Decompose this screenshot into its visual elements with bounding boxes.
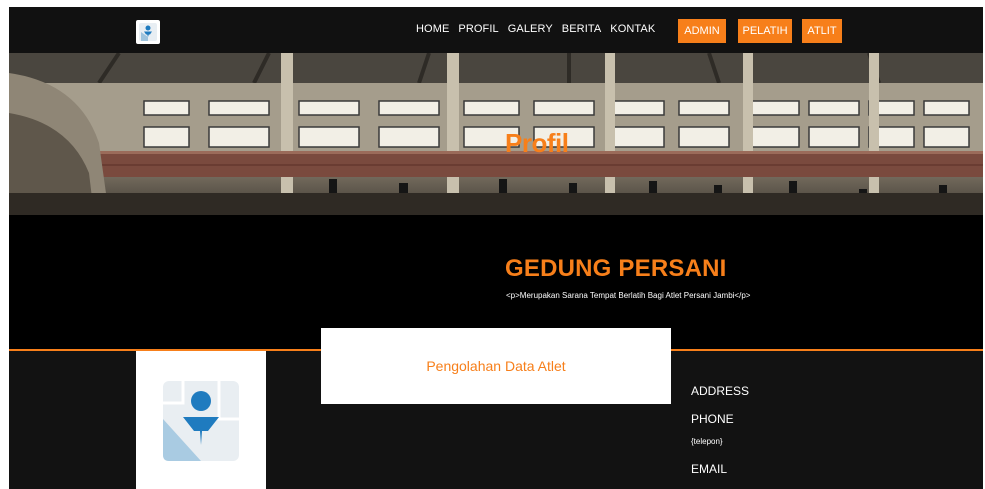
nav-profil[interactable]: PROFIL [458, 23, 498, 35]
avatar-card [136, 351, 266, 489]
building-title: GEDUNG PERSANI [505, 255, 727, 282]
pelatih-button[interactable]: PELATIH [738, 19, 792, 43]
map-person-icon [163, 381, 239, 461]
nav-kontak[interactable]: KONTAK [610, 23, 655, 35]
hero-banner: Profil [9, 53, 983, 215]
atlit-button[interactable]: ATLIT [802, 19, 842, 43]
page-frame: HOME PROFIL GALERY BERITA KONTAK ADMIN P… [9, 7, 983, 489]
main-nav: HOME PROFIL GALERY BERITA KONTAK [416, 23, 655, 35]
nav-berita[interactable]: BERITA [562, 23, 602, 35]
email-label: EMAIL [691, 462, 728, 476]
phone-value: {telepon} [691, 437, 723, 446]
admin-button[interactable]: ADMIN [678, 19, 726, 43]
map-person-icon [139, 23, 157, 41]
navbar: HOME PROFIL GALERY BERITA KONTAK ADMIN P… [9, 7, 983, 53]
site-logo[interactable] [136, 20, 160, 44]
data-atlet-panel[interactable]: Pengolahan Data Atlet [321, 328, 671, 404]
building-description: <p>Merupakan Sarana Tempat Berlatih Bagi… [506, 291, 751, 300]
address-label: ADDRESS [691, 384, 750, 398]
nav-galery[interactable]: GALERY [508, 23, 553, 35]
panel-title[interactable]: Pengolahan Data Atlet [321, 358, 671, 374]
nav-home[interactable]: HOME [416, 23, 449, 35]
phone-label: PHONE [691, 412, 734, 426]
hero-title: Profil [505, 128, 569, 158]
gym-hall-photo [9, 53, 983, 215]
